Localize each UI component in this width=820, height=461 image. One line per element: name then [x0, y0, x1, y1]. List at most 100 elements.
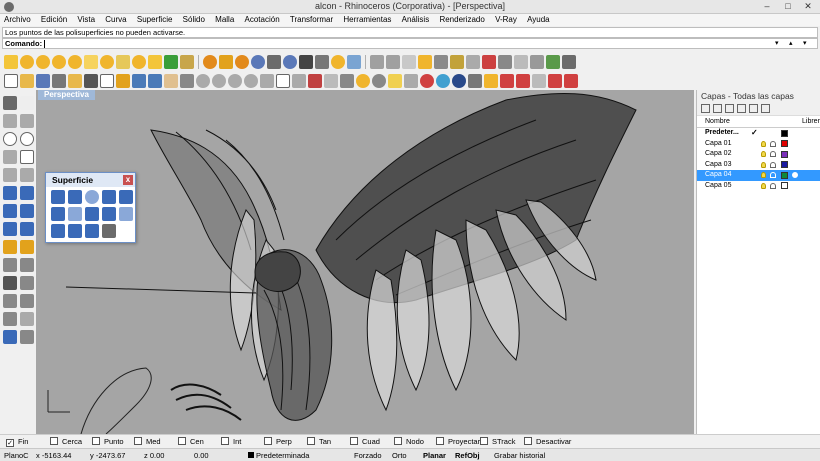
sphere-gold-3-icon[interactable] — [52, 55, 66, 69]
properties-icon[interactable] — [420, 74, 434, 88]
menu-vray[interactable]: V-Ray — [491, 14, 521, 26]
analysis-icon[interactable] — [436, 74, 450, 88]
menu-vista[interactable]: Vista — [73, 14, 99, 26]
boolean-icon[interactable] — [3, 276, 17, 290]
light-tool-icon[interactable] — [3, 240, 17, 254]
checkbox-icon[interactable]: ✓ — [6, 439, 14, 447]
sun-icon[interactable] — [4, 55, 18, 69]
surface-revolve-icon[interactable] — [68, 207, 82, 221]
camera-icon[interactable] — [315, 55, 329, 69]
osnap-proyectar[interactable]: Proyectar — [436, 437, 480, 447]
open-folder-icon[interactable] — [20, 74, 34, 88]
sun-3-icon[interactable] — [148, 55, 162, 69]
gumball-icon[interactable] — [516, 74, 530, 88]
command-arrow-down-icon[interactable]: ▾ — [803, 39, 807, 48]
shaded-icon[interactable] — [340, 74, 354, 88]
layer-row-capa-05[interactable]: Capa 05 — [697, 181, 820, 192]
undo-icon[interactable] — [132, 74, 146, 88]
globe-icon[interactable] — [235, 55, 249, 69]
lock-icon[interactable] — [770, 172, 776, 178]
visibility-bulb-icon[interactable] — [761, 172, 766, 178]
zoom-selected-icon[interactable] — [244, 74, 258, 88]
checkbox-icon[interactable] — [221, 437, 229, 445]
settings-icon[interactable] — [562, 55, 576, 69]
command-arrow-up-icon[interactable]: ▴ — [789, 39, 793, 48]
checkbox-icon[interactable] — [436, 437, 444, 445]
loft-icon[interactable] — [20, 222, 34, 236]
surface-box-icon[interactable] — [85, 224, 99, 238]
osnap-strack[interactable]: STrack — [480, 437, 515, 447]
rectangle-icon[interactable] — [20, 150, 34, 164]
visibility-bulb-icon[interactable] — [761, 151, 766, 157]
menu-renderizado[interactable]: Renderizado — [435, 14, 488, 26]
checkbox-icon[interactable] — [50, 437, 58, 445]
material-m-icon[interactable] — [203, 55, 217, 69]
array-icon[interactable] — [498, 55, 512, 69]
osnap-nodo[interactable]: Nodo — [394, 437, 424, 447]
close-icon[interactable]: x — [123, 175, 133, 185]
cplane-label[interactable]: PlanoC — [4, 451, 29, 461]
arc-icon[interactable] — [3, 150, 17, 164]
mode-grabar-historial[interactable]: Grabar historial — [494, 451, 545, 461]
osnap-med[interactable]: Med — [134, 437, 161, 447]
layer-row-capa-03[interactable]: Capa 03 — [697, 160, 820, 171]
help-icon[interactable] — [484, 74, 498, 88]
car-icon[interactable] — [308, 74, 322, 88]
osnap-perp[interactable]: Perp — [264, 437, 292, 447]
polygon-icon[interactable] — [3, 168, 17, 182]
gumball-2-icon[interactable] — [548, 74, 562, 88]
zoom-icon[interactable] — [196, 74, 210, 88]
osnap-desactivar[interactable]: Desactivar — [524, 437, 571, 447]
osnap-cen[interactable]: Cen — [178, 437, 204, 447]
lock-icon[interactable] — [770, 151, 776, 157]
osnap-fin[interactable]: ✓ Fin — [6, 437, 28, 447]
surface-panel-title[interactable]: Superficie x — [46, 173, 135, 187]
sun-4-icon[interactable] — [180, 55, 194, 69]
surface-plane-icon[interactable] — [51, 224, 65, 238]
layer-color-swatch[interactable] — [781, 140, 788, 147]
menu-acotacion[interactable]: Acotación — [241, 14, 284, 26]
checkbox-icon[interactable] — [350, 437, 358, 445]
material-tag-icon[interactable] — [219, 55, 233, 69]
sphere-2-icon[interactable] — [514, 55, 528, 69]
osnap-int[interactable]: Int — [221, 437, 241, 447]
osnap-cuad[interactable]: Cuad — [350, 437, 380, 447]
curve-tool-icon[interactable] — [20, 114, 34, 128]
osnap-tan[interactable]: Tan — [307, 437, 331, 447]
cut-icon[interactable] — [84, 74, 98, 88]
osnap-punto[interactable]: Punto — [92, 437, 124, 447]
light-2-icon[interactable] — [418, 55, 432, 69]
lock-icon[interactable] — [770, 140, 776, 147]
layer-row-capa-04[interactable]: Capa 04 — [697, 170, 820, 181]
surface-patch-icon[interactable] — [85, 190, 99, 204]
surface-edge-icon[interactable] — [68, 190, 82, 204]
circle-icon[interactable] — [3, 132, 17, 146]
surface-loft-icon[interactable] — [51, 207, 65, 221]
layer-color-swatch[interactable] — [781, 129, 788, 137]
box-icon[interactable] — [402, 55, 416, 69]
new-layer-icon[interactable] — [701, 104, 710, 113]
surface-blend-icon[interactable] — [119, 207, 133, 221]
current-layer-status[interactable]: Predeterminada — [248, 451, 309, 461]
grid-icon[interactable] — [324, 74, 338, 88]
curve-icon[interactable] — [546, 55, 560, 69]
teapot-icon[interactable] — [299, 55, 313, 69]
rotate-icon[interactable] — [20, 312, 34, 326]
gumball-3-icon[interactable] — [564, 74, 578, 88]
box-solid-icon[interactable] — [3, 204, 17, 218]
surface-arch-icon[interactable] — [68, 224, 82, 238]
visibility-bulb-icon[interactable] — [761, 182, 766, 189]
surface-grid-icon[interactable] — [102, 224, 116, 238]
mode-planar[interactable]: Planar — [423, 451, 446, 461]
copy-icon[interactable] — [100, 74, 114, 88]
menu-superficie[interactable]: Superficie — [133, 14, 177, 26]
drafting-icon[interactable] — [3, 258, 17, 272]
sphere-gold-4-icon[interactable] — [68, 55, 82, 69]
move-icon[interactable] — [500, 74, 514, 88]
extrude-icon[interactable] — [3, 222, 17, 236]
layer-color-swatch[interactable] — [781, 171, 788, 179]
sphere-gold-icon[interactable] — [20, 55, 34, 69]
ellipse-icon[interactable] — [20, 132, 34, 146]
solid-icon[interactable] — [20, 186, 34, 200]
checkbox-icon[interactable] — [480, 437, 488, 445]
